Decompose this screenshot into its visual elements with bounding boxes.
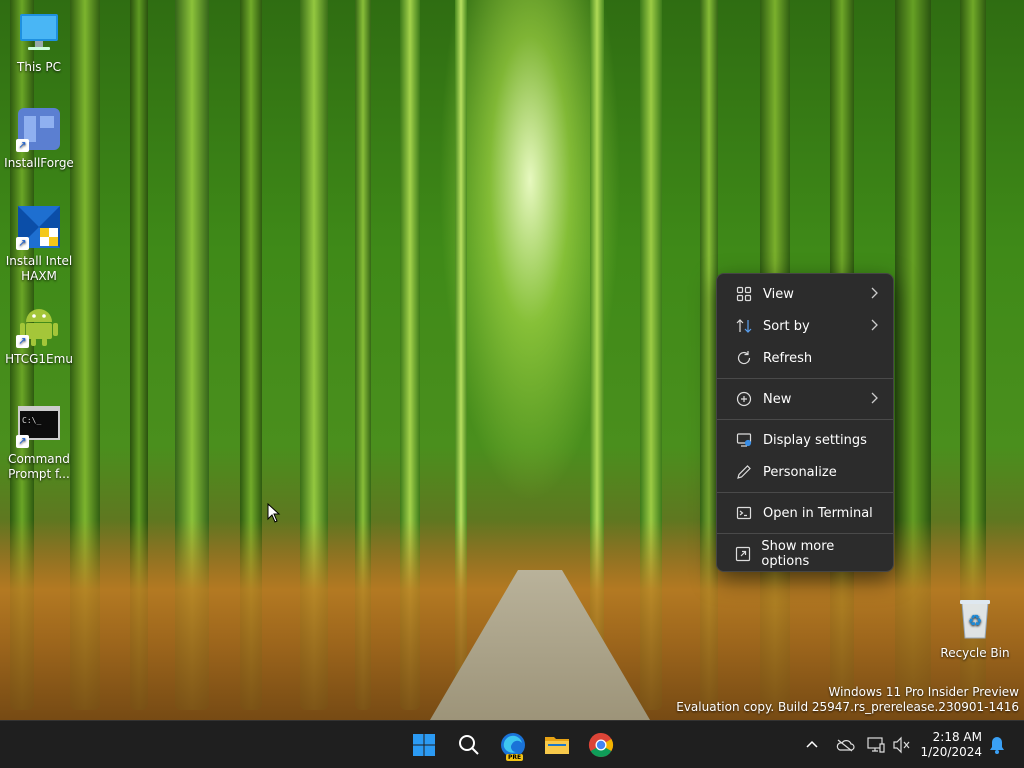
menu-item-label: Display settings <box>763 432 867 448</box>
notifications-button[interactable] <box>985 733 1009 757</box>
menu-item-label: Personalize <box>763 464 837 480</box>
search-button[interactable] <box>451 727 487 763</box>
menu-item-new[interactable]: New <box>721 383 889 415</box>
menu-item-show-more-options[interactable]: Show more options <box>721 538 889 570</box>
menu-item-personalize[interactable]: Personalize <box>721 456 889 488</box>
menu-item-label: Open in Terminal <box>763 505 873 521</box>
shortcut-arrow-icon: ↗ <box>16 335 29 348</box>
menu-item-label: View <box>763 286 794 302</box>
new-plus-icon <box>735 390 753 408</box>
menu-item-label: Refresh <box>763 350 813 366</box>
more-options-icon <box>735 545 751 563</box>
menu-separator <box>717 378 893 379</box>
menu-item-refresh[interactable]: Refresh <box>721 342 889 374</box>
menu-separator <box>717 533 893 534</box>
installforge-icon: ↗ <box>16 106 62 152</box>
windows-start-icon <box>413 734 435 756</box>
clock-date: 1/20/2024 <box>920 745 982 759</box>
show-hidden-icons-button[interactable] <box>800 733 824 757</box>
onedrive-icon <box>836 739 855 752</box>
menu-item-display-settings[interactable]: Display settings <box>721 424 889 456</box>
android-icon: ↗ <box>16 302 62 348</box>
display-settings-icon <box>735 431 753 449</box>
bell-icon <box>990 737 1004 754</box>
menu-item-label: Show more options <box>761 539 835 569</box>
chevron-right-icon <box>869 391 879 409</box>
network-icon <box>867 737 885 753</box>
desktop-icon-label: Install Intel HAXM <box>5 254 73 283</box>
mouse-cursor-icon <box>267 502 281 527</box>
shortcut-arrow-icon: ↗ <box>16 237 29 250</box>
menu-separator <box>717 419 893 420</box>
menu-item-label: New <box>763 391 792 407</box>
refresh-icon <box>735 349 753 367</box>
pen-icon <box>735 463 753 481</box>
taskbar: PRE 2:18 AM 1/20/2024 <box>0 720 1024 768</box>
view-grid-icon <box>735 285 753 303</box>
desktop-icon-label: This PC <box>17 60 61 74</box>
desktop-icon-recycle-bin[interactable]: ♻ Recycle Bin <box>937 596 1013 661</box>
onedrive-button[interactable] <box>833 733 857 757</box>
desktop-icon-this-pc[interactable]: This PC <box>1 10 77 75</box>
haxm-installer-icon: ↗ <box>16 204 62 250</box>
file-explorer-button[interactable] <box>539 727 575 763</box>
menu-item-sort-by[interactable]: Sort by <box>721 310 889 342</box>
network-button[interactable] <box>864 733 888 757</box>
watermark-line2: Evaluation copy. Build 25947.rs_prerelea… <box>676 700 1019 714</box>
desktop-icon-command-prompt[interactable]: C:\_ ↗ Command Prompt f... <box>1 402 77 482</box>
recycle-bin-icon: ♻ <box>952 596 998 642</box>
volume-button[interactable] <box>890 733 914 757</box>
desktop-icon-htcg1emu[interactable]: ↗ HTCG1Emu <box>1 302 77 367</box>
desktop-icon-label: Recycle Bin <box>940 646 1010 660</box>
desktop-icon-installforge[interactable]: ↗ InstallForge <box>1 106 77 171</box>
desktop-icon-install-intel-haxm[interactable]: ↗ Install Intel HAXM <box>1 204 77 284</box>
terminal-icon <box>735 504 753 522</box>
edge-canary-button[interactable]: PRE <box>495 727 531 763</box>
sort-icon <box>735 317 753 335</box>
desktop-icon-label: Command Prompt f... <box>8 452 70 481</box>
edge-pre-badge: PRE <box>506 754 524 761</box>
menu-item-open-in-terminal[interactable]: Open in Terminal <box>721 497 889 529</box>
shortcut-arrow-icon: ↗ <box>16 435 29 448</box>
command-prompt-icon: C:\_ ↗ <box>16 402 62 448</box>
windows-watermark: Windows 11 Pro Insider Preview Evaluatio… <box>676 685 1019 715</box>
menu-separator <box>717 492 893 493</box>
search-icon <box>459 735 479 755</box>
chevron-right-icon <box>869 318 879 336</box>
folder-icon <box>545 737 569 754</box>
shortcut-arrow-icon: ↗ <box>16 139 29 152</box>
cmd-glyph-text: C:\_ <box>22 416 42 425</box>
chrome-icon <box>588 733 614 758</box>
system-clock[interactable]: 2:18 AM 1/20/2024 <box>920 730 982 760</box>
menu-item-label: Sort by <box>763 318 810 334</box>
start-button[interactable] <box>406 727 442 763</box>
chevron-up-icon <box>806 740 818 748</box>
computer-icon <box>16 10 62 56</box>
desktop-icon-label: HTCG1Emu <box>5 352 73 366</box>
clock-time: 2:18 AM <box>932 730 982 744</box>
chevron-right-icon <box>869 286 879 304</box>
menu-item-view[interactable]: View <box>721 278 889 310</box>
chrome-button[interactable] <box>583 727 619 763</box>
desktop-icon-label: InstallForge <box>4 156 74 170</box>
desktop-context-menu: View Sort by Refresh New Display setting… <box>716 273 894 572</box>
svg-text:♻: ♻ <box>968 611 982 630</box>
watermark-line1: Windows 11 Pro Insider Preview <box>828 685 1019 699</box>
volume-muted-icon <box>893 736 910 754</box>
